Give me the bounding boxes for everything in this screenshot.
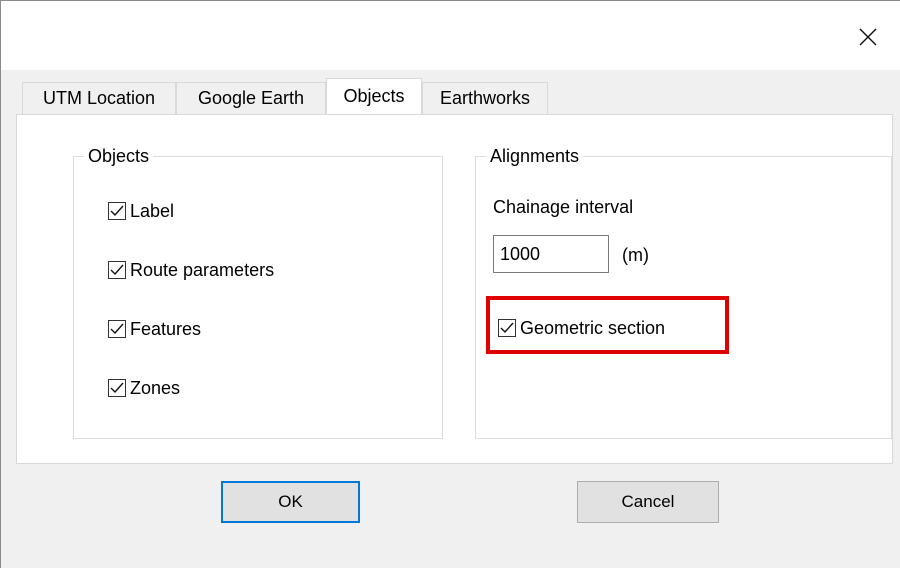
close-icon [859, 28, 877, 46]
label-checkbox[interactable] [108, 202, 126, 220]
alignments-group-title: Alignments [486, 145, 584, 167]
zones-checkbox-label: Zones [130, 377, 181, 398]
checkmark-icon [110, 382, 124, 394]
objects-tab-panel: Objects Label Route parameters Features … [16, 114, 893, 464]
title-bar [0, 0, 900, 70]
zones-checkbox[interactable] [108, 379, 126, 397]
features-checkbox[interactable] [108, 320, 126, 338]
tab-label: UTM Location [42, 88, 156, 108]
objects-group: Objects Label Route parameters Features … [73, 145, 443, 439]
tab-earthworks[interactable]: Earthworks [422, 82, 548, 114]
features-checkbox-label: Features [130, 318, 202, 339]
route-parameters-checkbox-row[interactable]: Route parameters [108, 258, 274, 282]
tab-label: Objects [343, 86, 405, 106]
checkmark-icon [110, 205, 124, 217]
tab-utm-location[interactable]: UTM Location [22, 82, 176, 114]
checkmark-icon [110, 323, 124, 335]
close-button[interactable] [845, 14, 891, 60]
route-parameters-checkbox-label: Route parameters [130, 259, 275, 280]
chainage-interval-label: Chainage interval [493, 197, 634, 217]
objects-group-title: Objects [84, 145, 154, 167]
highlight-box [486, 296, 729, 354]
route-parameters-checkbox[interactable] [108, 261, 126, 279]
tab-label: Google Earth [197, 88, 305, 108]
checkmark-icon [110, 264, 124, 276]
chainage-unit-label: (m) [622, 245, 649, 265]
cancel-button[interactable]: Cancel [577, 481, 719, 523]
tab-objects[interactable]: Objects [326, 78, 422, 114]
features-checkbox-row[interactable]: Features [108, 317, 201, 341]
label-checkbox-row[interactable]: Label [108, 199, 174, 223]
ok-button[interactable]: OK [221, 481, 360, 523]
window-top-border [0, 0, 900, 1]
tab-label: Earthworks [439, 88, 531, 108]
chainage-interval-input[interactable] [493, 235, 609, 273]
zones-checkbox-row[interactable]: Zones [108, 376, 180, 400]
tab-google-earth[interactable]: Google Earth [176, 82, 326, 114]
label-checkbox-label: Label [130, 200, 175, 221]
window-left-border [0, 0, 1, 568]
